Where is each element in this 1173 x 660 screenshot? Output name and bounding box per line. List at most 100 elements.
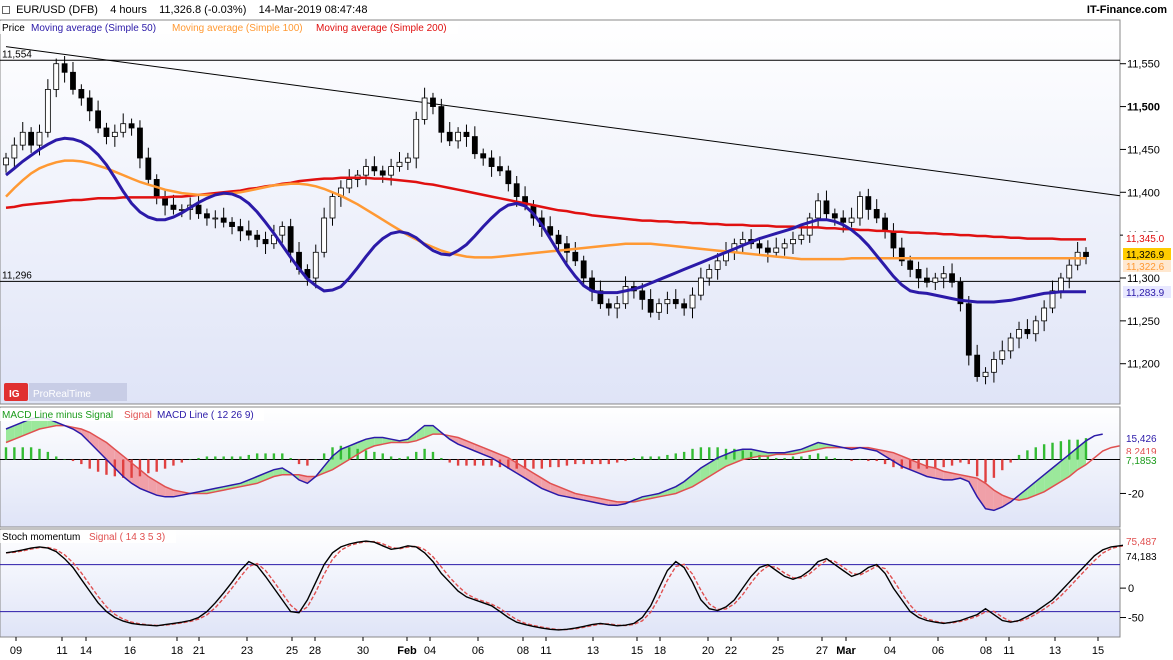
candle-body	[78, 89, 85, 99]
macd-hist-bar	[741, 450, 744, 460]
candle-body	[873, 209, 880, 219]
x-tick-label: 04	[424, 645, 436, 657]
macd-hist-bar	[984, 459, 987, 483]
candle-body	[70, 71, 76, 90]
candle-body	[229, 221, 235, 227]
x-tick-label: 08	[517, 645, 529, 657]
macd-hist-bar	[1001, 459, 1004, 471]
candle-body	[656, 303, 662, 313]
macd-hist-bar	[783, 457, 786, 460]
candle-body	[672, 299, 679, 305]
x-tick-label: 25	[772, 645, 784, 657]
macd-hist-bar	[55, 456, 58, 460]
macd-hist-bar	[4, 447, 8, 460]
macd-hist-bar	[423, 448, 426, 460]
candle-body	[580, 260, 587, 279]
candle-body	[815, 200, 821, 219]
macd-hist-bar	[289, 457, 292, 460]
x-tick-label: Feb	[397, 645, 417, 657]
macd-panel	[0, 406, 1121, 528]
x-tick-label: 13	[587, 645, 599, 657]
candle-body	[1024, 329, 1031, 335]
candle-body	[890, 230, 897, 249]
macd-hist-bar	[314, 459, 317, 461]
candle-body	[245, 230, 252, 236]
macd-hist-bar	[666, 454, 669, 460]
candle-body	[932, 277, 939, 283]
candle-body	[346, 179, 353, 189]
legend-sma200: Moving average (Simple 200)	[316, 23, 447, 34]
x-tick-label: 14	[80, 645, 92, 657]
candle-body	[764, 247, 771, 253]
legend-macd-line: MACD Line ( 12 26 9)	[157, 410, 254, 421]
macd-hist-bar	[272, 453, 276, 460]
macd-hist-bar	[96, 459, 100, 472]
candle-body	[882, 217, 888, 232]
macd-value-tag-macd: 15,426	[1126, 434, 1157, 445]
macd-hist-bar	[281, 453, 284, 460]
legend-sma100: Moving average (Simple 100)	[172, 23, 303, 34]
price-tick-label: 11,450	[1127, 144, 1160, 156]
macd-hist-bar	[297, 459, 301, 465]
candle-body	[924, 277, 930, 283]
macd-hist-bar	[38, 448, 41, 460]
macd-hist-bar	[138, 459, 142, 477]
macd-hist-bar	[389, 456, 393, 460]
candle-body	[848, 217, 855, 223]
candle-body	[1083, 251, 1089, 257]
candle-body	[111, 131, 118, 137]
brand-name: ProRealTime	[33, 389, 91, 400]
candle-body	[28, 131, 35, 146]
level-label-0: 11,554	[2, 49, 32, 60]
macd-hist-bar	[473, 459, 477, 466]
candle-body	[371, 166, 378, 172]
macd-hist-bar	[582, 459, 585, 465]
candle-body	[44, 89, 51, 133]
candle-body	[798, 234, 805, 240]
macd-hist-bar	[808, 454, 811, 460]
macd-hist-bar	[532, 459, 535, 469]
macd-hist-bar	[1068, 439, 1071, 460]
candle-body	[1057, 277, 1064, 292]
candle-body	[949, 273, 955, 283]
candle-body	[128, 123, 135, 129]
candle-body	[195, 204, 202, 215]
candle-body	[396, 161, 403, 167]
macd-hist-bar	[1034, 447, 1037, 460]
macd-hist-bar	[339, 445, 343, 460]
macd-hist-bar	[1017, 454, 1021, 460]
candle-body	[11, 144, 18, 159]
candle-body	[170, 204, 177, 210]
macd-hist-bar	[180, 459, 184, 463]
macd-hist-bar	[440, 457, 443, 460]
macd-hist-bar	[1059, 441, 1063, 460]
candle-body	[413, 119, 420, 159]
macd-hist-bar	[649, 456, 652, 460]
candle-body	[480, 153, 487, 159]
candle-body	[1007, 337, 1014, 352]
macd-hist-bar	[858, 459, 862, 461]
macd-hist-bar	[657, 456, 661, 460]
candle-body	[915, 269, 922, 279]
x-tick-label: 28	[309, 645, 321, 657]
candle-body	[103, 127, 110, 137]
macd-hist-bar	[691, 448, 694, 460]
macd-hist-bar	[925, 459, 929, 469]
macd-hist-bar	[942, 459, 945, 468]
macd-hist-bar	[975, 459, 979, 477]
candle-body	[697, 277, 704, 296]
macd-hist-bar	[205, 456, 209, 460]
candle-body	[404, 157, 411, 163]
macd-hist-bar	[615, 459, 619, 463]
candle-body	[940, 273, 947, 279]
x-tick-label: 08	[980, 645, 992, 657]
stoch-value-tag-stoch: 74,183	[1126, 552, 1157, 563]
price-value-tag-sma200: 11,345.0	[1126, 234, 1165, 245]
x-tick-label: 25	[286, 645, 298, 657]
macd-hist-bar	[214, 456, 217, 460]
legend-stoch-signal: Signal ( 14 3 5 3)	[89, 532, 165, 543]
price-panel	[0, 19, 1121, 405]
candle-body	[421, 97, 428, 120]
candle-body	[773, 247, 780, 253]
macd-hist-bar	[21, 447, 24, 460]
